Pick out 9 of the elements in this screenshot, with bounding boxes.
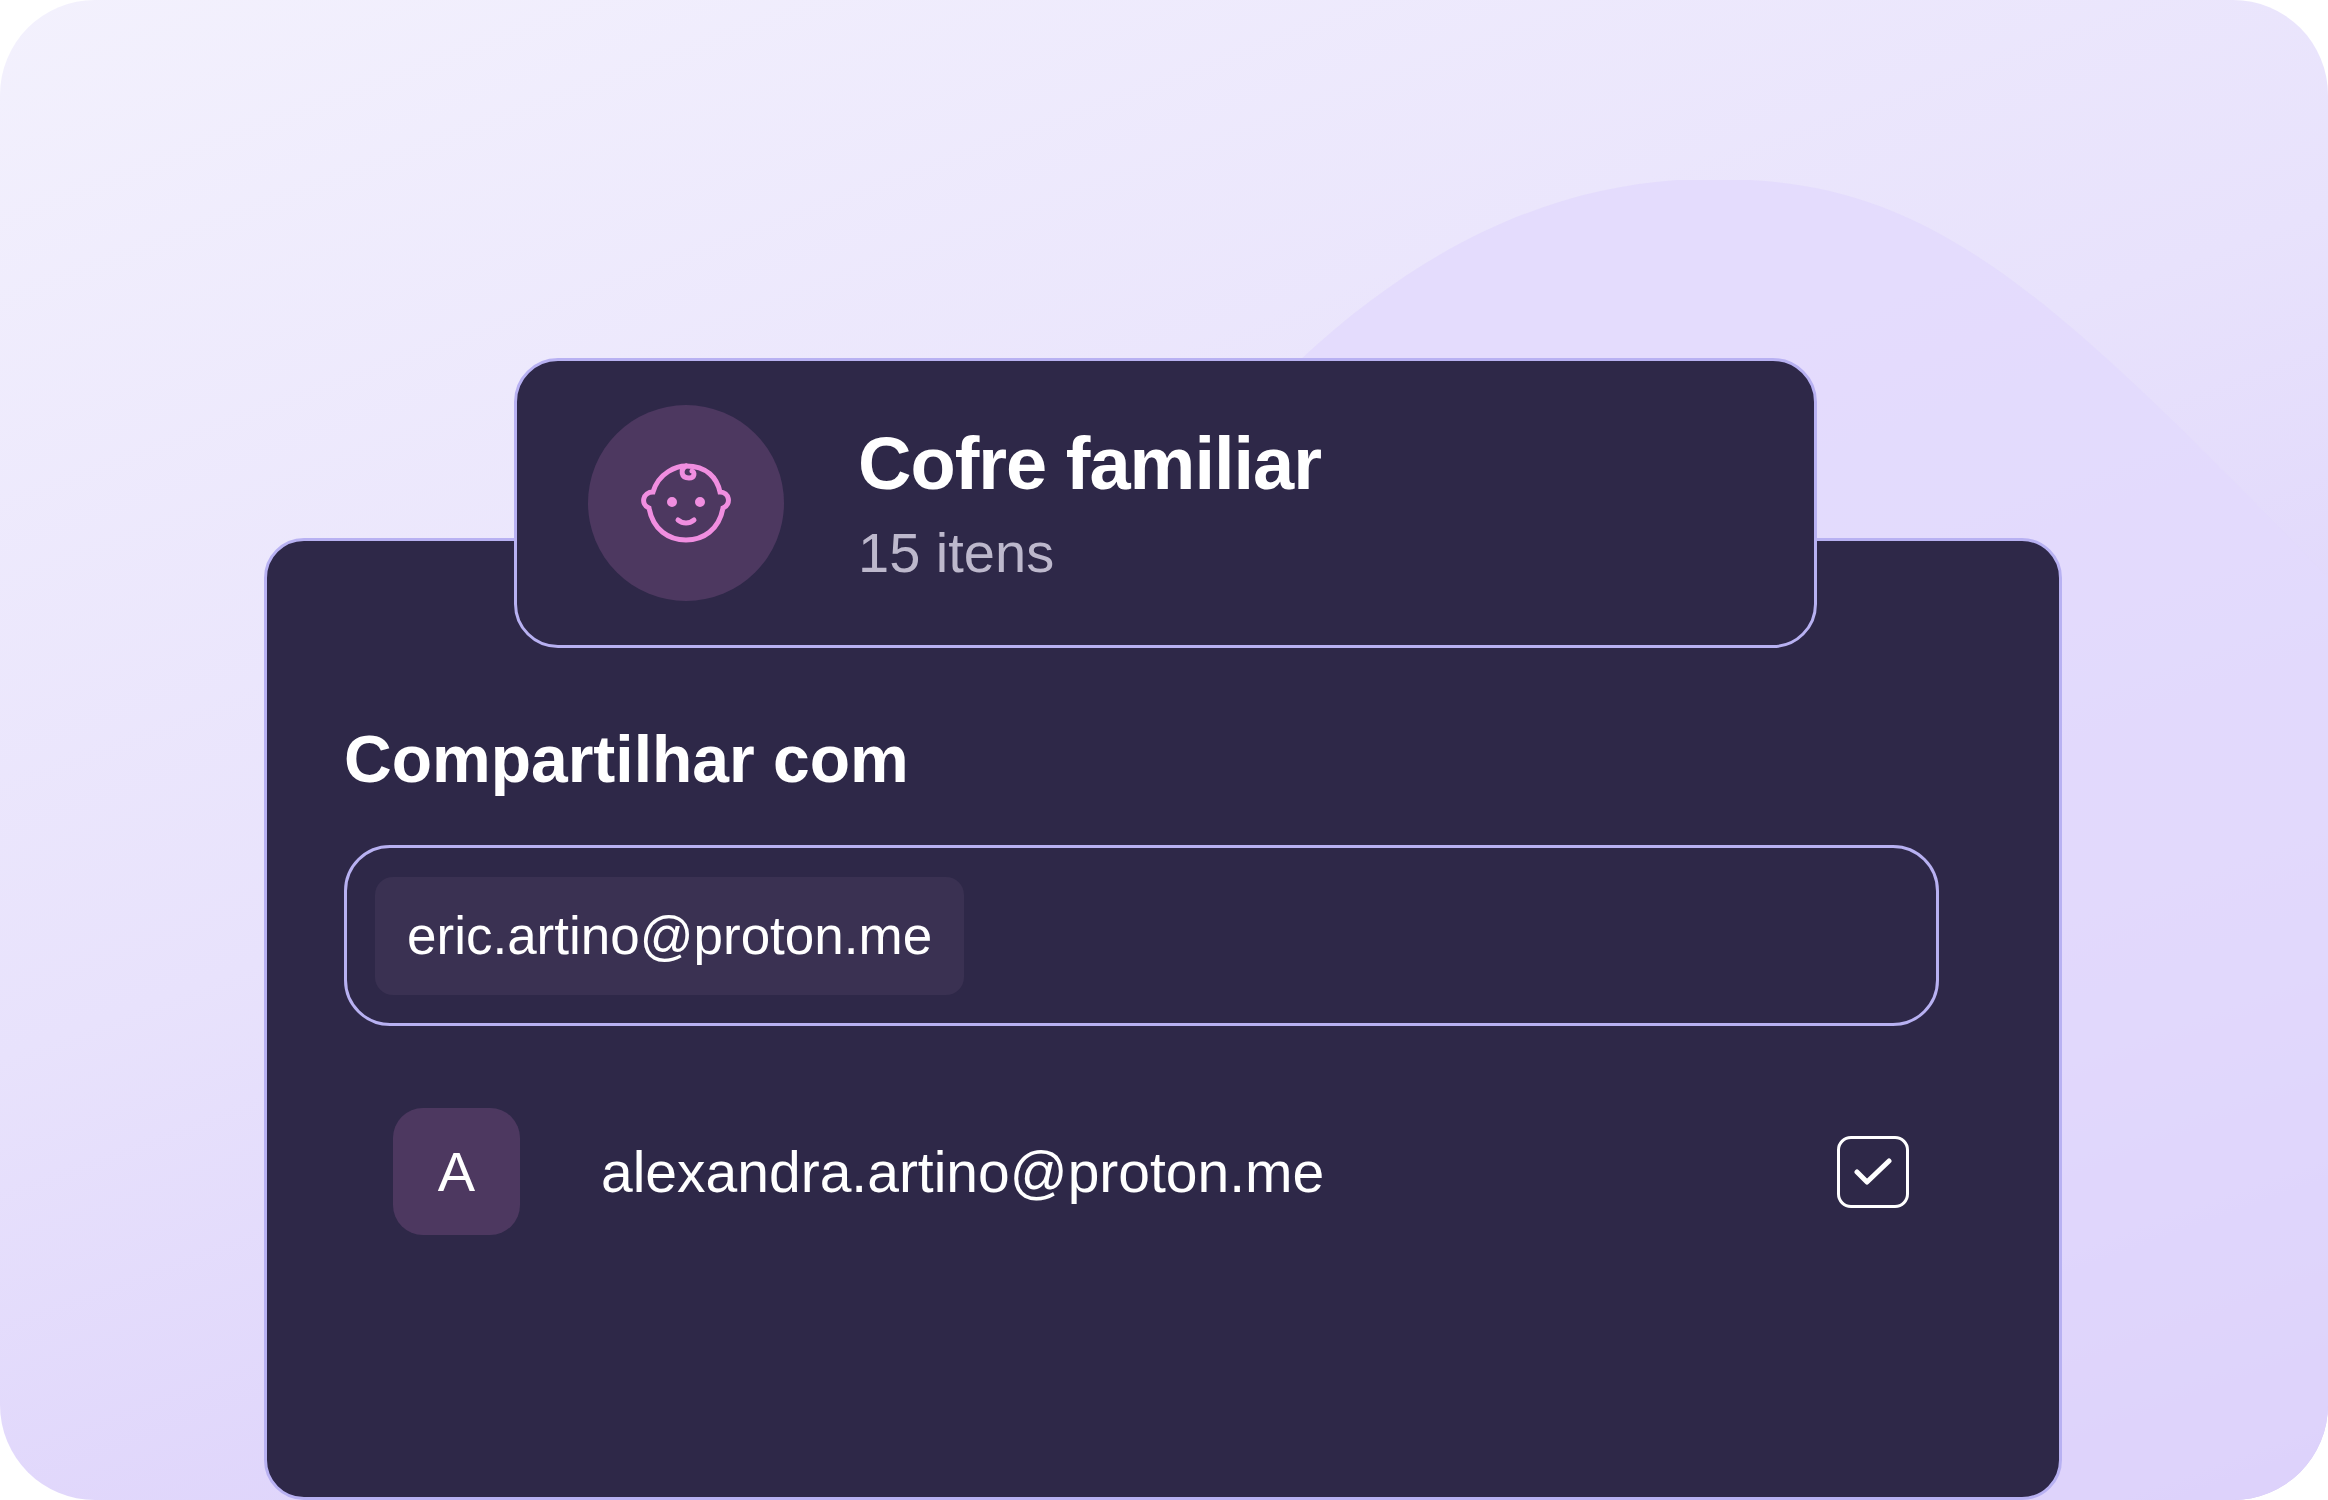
vault-title: Cofre familiar (858, 421, 1322, 507)
item-count: 15 itens (858, 520, 1056, 586)
member-email: alexandra.artino@proton.me (601, 1138, 1326, 1205)
check-icon (1854, 1157, 1892, 1186)
recipient-field[interactable]: eric.artino@proton.me (344, 845, 1939, 1027)
member-avatar: A (393, 1108, 520, 1236)
share-heading: Compartilhar com (344, 721, 910, 798)
member-checkbox[interactable] (1837, 1135, 1909, 1208)
recipient-chip[interactable]: eric.artino@proton.me (375, 876, 965, 995)
